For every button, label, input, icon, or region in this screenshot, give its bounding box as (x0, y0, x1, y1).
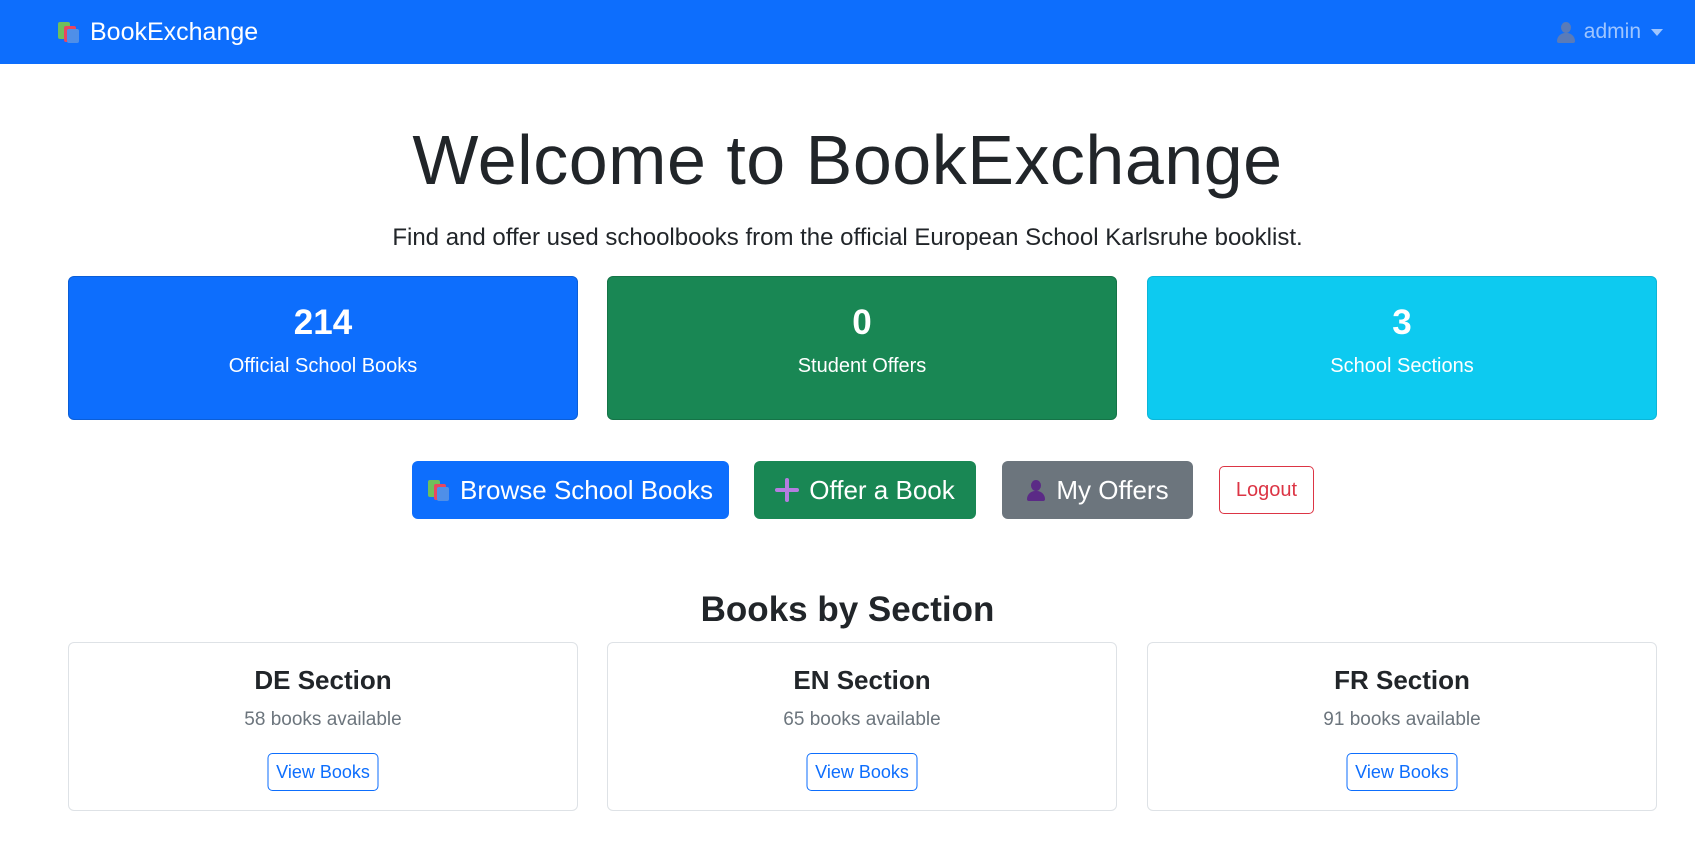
user-icon (1556, 21, 1576, 43)
stat-label: Official School Books (228, 355, 418, 377)
brand-link[interactable]: BookExchange (58, 0, 258, 64)
stat-card-offers: 0 Student Offers (607, 276, 1117, 420)
chevron-down-icon (1651, 28, 1663, 36)
username: admin (1583, 20, 1641, 43)
stat-value: 0 (852, 303, 872, 342)
plus-icon (775, 478, 800, 502)
section-card-fr: FR Section 91 books available View Books (1147, 642, 1657, 811)
view-books-button[interactable]: View Books (806, 753, 918, 791)
my-offers-button[interactable]: My Offers (1002, 461, 1193, 519)
sections-heading: Books by Section (700, 590, 995, 629)
logout-button[interactable]: Logout (1219, 466, 1314, 514)
section-name: DE Section (254, 665, 392, 695)
page-title: Welcome to BookExchange (412, 121, 1283, 199)
stat-card-sections: 3 School Sections (1147, 276, 1657, 420)
section-name: FR Section (1334, 665, 1470, 695)
stat-label: School Sections (1330, 355, 1474, 377)
user-icon (1026, 479, 1046, 501)
section-card-en: EN Section 65 books available View Books (607, 642, 1117, 811)
stat-label: Student Offers (797, 355, 927, 377)
offer-book-button[interactable]: Offer a Book (754, 461, 976, 519)
browse-books-label: Browse School Books (460, 474, 713, 505)
top-navbar: BookExchange admin (0, 0, 1695, 64)
books-icon (428, 479, 450, 501)
view-books-button[interactable]: View Books (1346, 753, 1458, 791)
stat-value: 3 (1392, 303, 1412, 342)
section-count: 91 books available (1323, 709, 1481, 730)
my-offers-label: My Offers (1056, 474, 1169, 505)
section-name: EN Section (793, 665, 931, 695)
section-card-de: DE Section 58 books available View Books (68, 642, 578, 811)
brand-name: BookExchange (90, 17, 259, 46)
books-icon (58, 21, 80, 43)
offer-book-label: Offer a Book (809, 474, 955, 505)
stat-value: 214 (293, 303, 353, 342)
browse-books-button[interactable]: Browse School Books (412, 461, 729, 519)
section-count: 65 books available (783, 709, 941, 730)
view-books-button[interactable]: View Books (267, 753, 379, 791)
user-dropdown[interactable]: admin (1556, 0, 1663, 64)
page-subtitle: Find and offer used schoolbooks from the… (392, 224, 1303, 251)
stat-card-books: 214 Official School Books (68, 276, 578, 420)
section-count: 58 books available (244, 709, 402, 730)
